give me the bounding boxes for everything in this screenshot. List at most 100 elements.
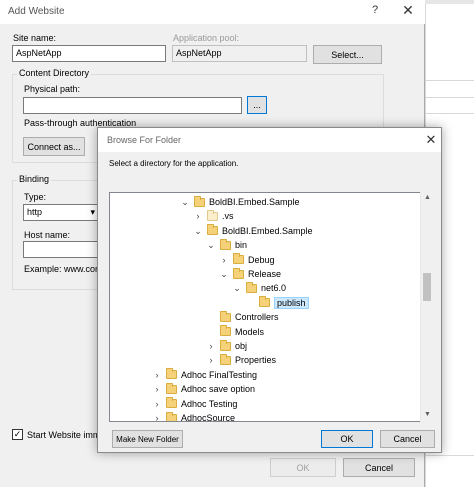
folder-icon (220, 310, 231, 322)
folder-icon (194, 195, 205, 207)
tree-row[interactable]: › obj (206, 339, 247, 353)
tree-scrollbar[interactable]: ▲ ▼ (420, 192, 433, 422)
folder-icon (259, 296, 270, 308)
browse-prompt: Select a directory for the application. (109, 159, 239, 168)
chevron-down-icon[interactable]: ⌄ (232, 281, 242, 295)
tree-row[interactable]: › Adhoc Testing (152, 397, 237, 411)
chevron-right-icon[interactable]: › (152, 411, 162, 421)
chevron-down-icon[interactable]: ⌄ (206, 238, 216, 252)
tree-row-label: Controllers (235, 312, 279, 323)
tree-row-label: BoldBI.Embed.Sample (222, 225, 313, 236)
add-website-title: Add Website (8, 6, 65, 17)
type-select[interactable]: http ▾ (23, 204, 99, 221)
tree-row-label: bin (235, 240, 248, 251)
chevron-right-icon[interactable]: › (219, 253, 229, 267)
checkmark-icon: ✓ (13, 429, 22, 439)
tree-row-label: publish (274, 296, 309, 309)
chevron-down-icon[interactable]: ⌄ (219, 267, 229, 281)
divider (426, 97, 474, 98)
tree-row[interactable]: ⌄ Release (219, 267, 281, 281)
application-pool-label: Application pool: (173, 33, 240, 43)
site-name-label: Site name: (13, 33, 57, 43)
chevron-right-icon[interactable]: › (206, 339, 216, 353)
folder-icon (233, 267, 244, 279)
tree-row[interactable]: publish (245, 296, 309, 310)
tree-row[interactable]: › Debug (219, 253, 275, 267)
scrollbar-thumb[interactable] (423, 273, 431, 301)
tree-row[interactable]: ⌄ bin (206, 238, 247, 252)
host-name-label: Host name: (24, 230, 71, 240)
tree-row[interactable]: ⌄ net6.0 (232, 281, 286, 295)
tree-row[interactable]: › Properties (206, 353, 276, 367)
site-name-input[interactable]: AspNetApp (12, 45, 166, 62)
select-app-pool-button[interactable]: Select... (313, 45, 382, 64)
tree-row[interactable]: ⌄ BoldBI.Embed.Sample (180, 195, 300, 209)
ok-button[interactable]: OK (270, 458, 336, 477)
browse-for-folder-titlebar: Browse For Folder ✕ (98, 128, 441, 152)
tree-row-label: BoldBI.Embed.Sample (209, 197, 300, 207)
tree-row[interactable]: Controllers (206, 310, 279, 324)
tree-row[interactable]: › Adhoc FinalTesting (152, 368, 257, 382)
chevron-down-icon[interactable]: ⌄ (180, 195, 190, 209)
physical-path-label: Physical path: (24, 84, 81, 94)
tree-row[interactable]: Models (206, 325, 264, 339)
folder-icon (166, 411, 177, 421)
divider (426, 455, 474, 456)
folder-icon (246, 281, 257, 293)
folder-icon (166, 382, 177, 394)
close-button[interactable]: ✕ (425, 132, 437, 148)
chevron-down-icon[interactable]: ⌄ (193, 224, 203, 238)
make-new-folder-button[interactable]: Make New Folder (112, 430, 183, 448)
folder-icon (207, 209, 218, 221)
tree-row-label: Adhoc Testing (181, 398, 238, 409)
folder-icon (233, 253, 244, 265)
tree-row[interactable]: › AdhocSource (152, 411, 236, 422)
folder-tree[interactable]: ⌄ BoldBI.Embed.Sample › .vs ⌄ BoldBI.Embed.Sa… (109, 192, 433, 422)
tree-row-label: Debug (248, 254, 275, 265)
folder-icon (207, 224, 218, 236)
close-button[interactable]: ✕ (401, 2, 415, 19)
browse-path-button[interactable]: ... (247, 96, 267, 114)
host-name-input[interactable] (23, 241, 99, 258)
scroll-down-icon[interactable]: ▼ (421, 411, 434, 418)
tree-row-label: Adhoc FinalTesting (181, 369, 258, 380)
tree-row-label: obj (235, 341, 248, 351)
content-directory-heading: Content Directory (17, 68, 92, 78)
folder-icon (220, 339, 231, 351)
folder-icon (166, 368, 177, 380)
cancel-button[interactable]: Cancel (380, 430, 435, 448)
folder-icon (220, 353, 231, 365)
tree-row-label: .vs (222, 211, 234, 222)
tree-row[interactable]: › .vs (193, 209, 234, 223)
connect-as-button[interactable]: Connect as... (23, 137, 85, 156)
tree-row-label: Release (248, 269, 282, 279)
chevron-right-icon[interactable]: › (152, 397, 162, 411)
cancel-button[interactable]: Cancel (343, 458, 415, 477)
chevron-right-icon[interactable]: › (193, 209, 203, 223)
scroll-up-icon[interactable]: ▲ (421, 194, 434, 201)
tree-row[interactable]: › Adhoc save option (152, 382, 255, 396)
physical-path-input[interactable] (23, 97, 242, 114)
help-button[interactable]: ? (369, 4, 381, 16)
add-website-titlebar: Add Website ? ✕ (0, 0, 425, 24)
ok-button[interactable]: OK (321, 430, 373, 448)
browse-for-folder-title: Browse For Folder (107, 135, 182, 145)
binding-heading: Binding (17, 174, 52, 184)
host-name-example: Example: www.con (24, 264, 98, 274)
divider (426, 80, 474, 81)
chevron-right-icon[interactable]: › (206, 353, 216, 367)
chevron-right-icon[interactable]: › (152, 368, 162, 382)
folder-icon (166, 397, 177, 409)
folder-icon (220, 325, 231, 337)
tree-row-label: Adhoc save option (181, 384, 256, 395)
chevron-right-icon[interactable]: › (152, 382, 162, 396)
start-website-checkbox[interactable]: ✓ (12, 429, 23, 440)
application-pool-field: AspNetApp (172, 45, 307, 62)
tree-row-label: Properties (235, 355, 277, 366)
tree-row[interactable]: ⌄ BoldBI.Embed.Sample (193, 224, 313, 238)
chevron-down-icon: ▾ (90, 207, 95, 217)
type-select-value: http (27, 207, 43, 217)
type-label: Type: (24, 192, 47, 202)
browse-for-folder-dialog: Browse For Folder ✕ Select a directory f… (97, 127, 442, 453)
tree-row-label: AdhocSource (181, 413, 236, 422)
